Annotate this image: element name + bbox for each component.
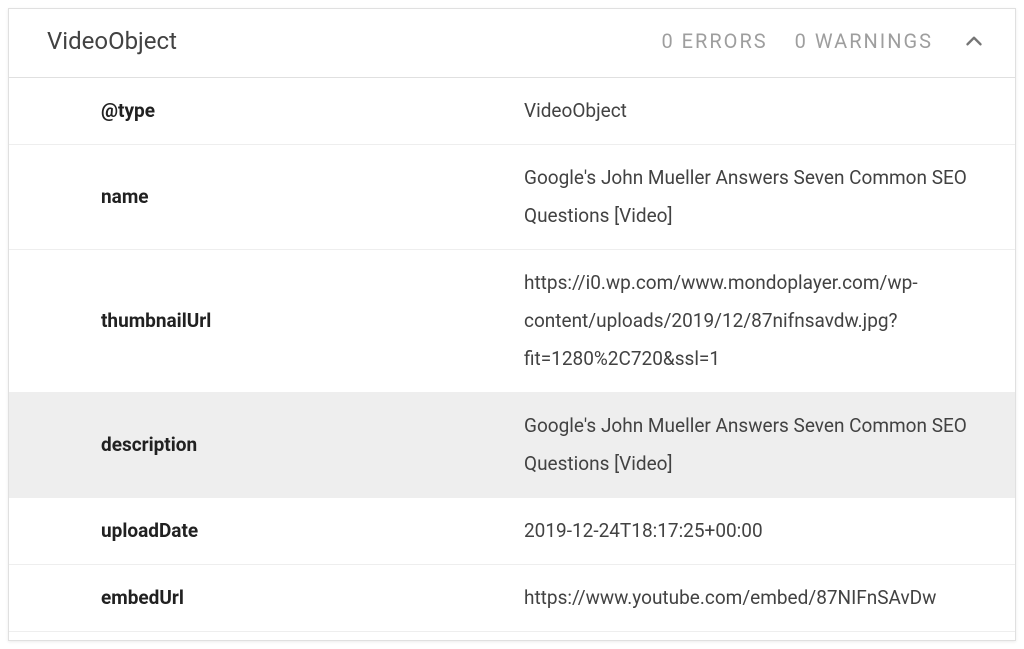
property-key: uploadDate [9,498,512,565]
property-row: nameGoogle's John Mueller Answers Seven … [9,145,1015,250]
properties-table: @typeVideoObjectnameGoogle's John Muelle… [9,78,1015,641]
panel-status: 0 ERRORS 0 WARNINGS [661,29,933,53]
property-key: duration [9,632,512,642]
property-row: @typeVideoObject [9,78,1015,145]
panel-header[interactable]: VideoObject 0 ERRORS 0 WARNINGS [9,9,1015,78]
property-row: durationPT3M48S [9,632,1015,642]
property-row: thumbnailUrlhttps://i0.wp.com/www.mondop… [9,250,1015,393]
property-value: Google's John Mueller Answers Seven Comm… [512,145,1015,250]
panel-title: VideoObject [47,27,661,55]
property-value: VideoObject [512,78,1015,145]
property-value: 2019-12-24T18:17:25+00:00 [512,498,1015,565]
property-value: PT3M48S [512,632,1015,642]
property-key: @type [9,78,512,145]
structured-data-panel: VideoObject 0 ERRORS 0 WARNINGS @typeVid… [8,8,1016,641]
errors-count: 0 ERRORS [661,29,767,53]
property-key: thumbnailUrl [9,250,512,393]
property-value: https://www.youtube.com/embed/87NIFnSAvD… [512,565,1015,632]
property-row: embedUrlhttps://www.youtube.com/embed/87… [9,565,1015,632]
property-key: description [9,393,512,498]
property-value: https://i0.wp.com/www.mondoplayer.com/wp… [512,250,1015,393]
property-row: uploadDate2019-12-24T18:17:25+00:00 [9,498,1015,565]
property-key: embedUrl [9,565,512,632]
chevron-up-icon[interactable] [961,28,987,54]
property-value: Google's John Mueller Answers Seven Comm… [512,393,1015,498]
warnings-count: 0 WARNINGS [795,29,933,53]
property-row: descriptionGoogle's John Mueller Answers… [9,393,1015,498]
property-key: name [9,145,512,250]
